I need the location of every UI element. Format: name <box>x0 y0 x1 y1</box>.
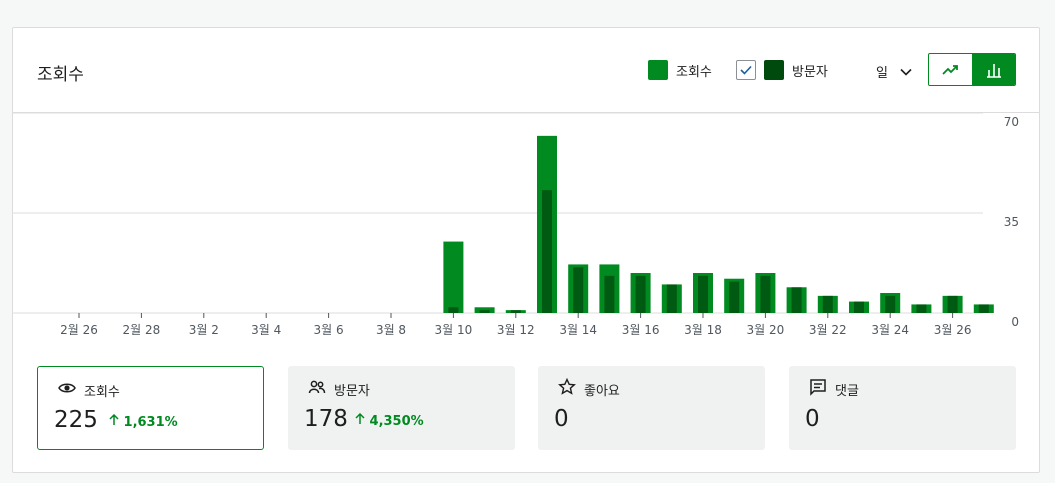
visitors-checkbox[interactable] <box>736 60 756 80</box>
x-tick-label: 3월 10 <box>435 323 473 337</box>
bar-visitors <box>510 310 521 313</box>
legend-views[interactable]: 조회수 <box>648 60 712 80</box>
y-tick-label: 0 <box>1011 315 1019 329</box>
bar-visitors <box>978 304 989 313</box>
period-select[interactable]: 일 <box>876 62 912 81</box>
bar-visitors <box>448 307 459 313</box>
comment-icon <box>810 379 826 396</box>
bar-visitors <box>791 287 802 313</box>
bar-visitors <box>760 275 771 313</box>
x-tick-label: 3월 24 <box>871 323 909 337</box>
stats-card: 조회수 조회수 방문자 일 70 35 0 2월 26 2월 28 3월 2 3월 4 3월 … <box>12 27 1040 473</box>
trending-up-icon <box>941 64 958 75</box>
x-tick-label: 3월 14 <box>559 323 597 337</box>
bar-views <box>443 241 464 313</box>
tile-comments[interactable]: 댓글 0 <box>789 366 1016 450</box>
legend-views-label: 조회수 <box>676 64 712 80</box>
x-tick-label: 3월 22 <box>809 323 847 337</box>
tile-delta-value: 4,350% <box>369 414 424 429</box>
bar-visitors <box>573 267 584 313</box>
tile-delta-value: 1,631% <box>123 415 178 430</box>
period-label: 일 <box>876 66 888 81</box>
x-tick-label: 3월 4 <box>251 323 281 337</box>
tile-label: 댓글 <box>835 384 859 399</box>
legend-visitors-label: 방문자 <box>792 64 828 80</box>
x-tick-label: 3월 8 <box>376 323 406 337</box>
y-tick-label: 70 <box>1004 115 1019 129</box>
y-tick-label: 35 <box>1004 215 1019 229</box>
people-icon <box>308 380 326 394</box>
x-tick-label: 2월 26 <box>60 323 98 337</box>
eye-icon <box>58 383 76 393</box>
bar-visitors <box>729 281 740 313</box>
x-tick-label: 3월 18 <box>684 323 722 337</box>
star-icon <box>558 378 576 395</box>
chart-header: 조회수 조회수 방문자 일 <box>13 28 1039 113</box>
bar-visitors <box>916 304 927 313</box>
bar-visitors <box>666 284 677 313</box>
check-icon <box>740 65 752 75</box>
bar-visitors <box>947 295 958 313</box>
x-tick-label: 3월 12 <box>497 323 535 337</box>
bar-chart-button[interactable] <box>972 54 1015 85</box>
tile-label: 조회수 <box>84 385 120 400</box>
bar-visitors <box>885 295 896 313</box>
bar-visitors <box>604 275 615 313</box>
tile-visitors[interactable]: 방문자 178 4,350% <box>288 366 515 450</box>
tile-label: 방문자 <box>334 384 370 399</box>
bar-visitors <box>698 275 708 313</box>
visitors-swatch <box>764 60 784 80</box>
bar-visitors <box>822 295 833 313</box>
chevron-down-icon <box>900 68 912 76</box>
chart-type-toggle <box>928 53 1016 86</box>
tile-likes[interactable]: 좋아요 0 <box>538 366 765 450</box>
bar-visitors <box>479 310 490 313</box>
tile-value: 178 <box>304 406 348 432</box>
bar-chart-icon <box>986 63 1001 78</box>
x-tick-label: 2월 28 <box>123 323 161 337</box>
bar-chart: 70 35 0 2월 26 2월 28 3월 2 3월 4 3월 6 3월 8 3월 10 3월 1… <box>13 113 1019 337</box>
chart-title: 조회수 <box>37 65 84 85</box>
tile-delta: 4,350% <box>355 412 424 429</box>
x-tick-label: 3월 20 <box>747 323 785 337</box>
arrow-up-icon <box>109 413 119 425</box>
bar-visitors <box>542 190 552 313</box>
arrow-up-icon <box>355 412 365 424</box>
tile-views[interactable]: 조회수 225 1,631% <box>37 366 264 450</box>
x-tick-label: 3월 2 <box>189 323 219 337</box>
tile-value: 0 <box>554 406 569 432</box>
tile-value: 225 <box>54 407 98 433</box>
views-swatch <box>648 60 668 80</box>
legend-visitors[interactable]: 방문자 <box>736 60 828 80</box>
x-tick-label: 3월 26 <box>934 323 972 337</box>
bar-visitors <box>854 301 864 313</box>
x-tick-label: 3월 6 <box>314 323 344 337</box>
bar-visitors <box>635 275 646 313</box>
tile-value: 0 <box>805 406 820 432</box>
tile-label: 좋아요 <box>584 384 620 399</box>
line-chart-button[interactable] <box>929 54 972 85</box>
x-tick-label: 3월 16 <box>622 323 660 337</box>
tile-delta: 1,631% <box>109 413 178 430</box>
